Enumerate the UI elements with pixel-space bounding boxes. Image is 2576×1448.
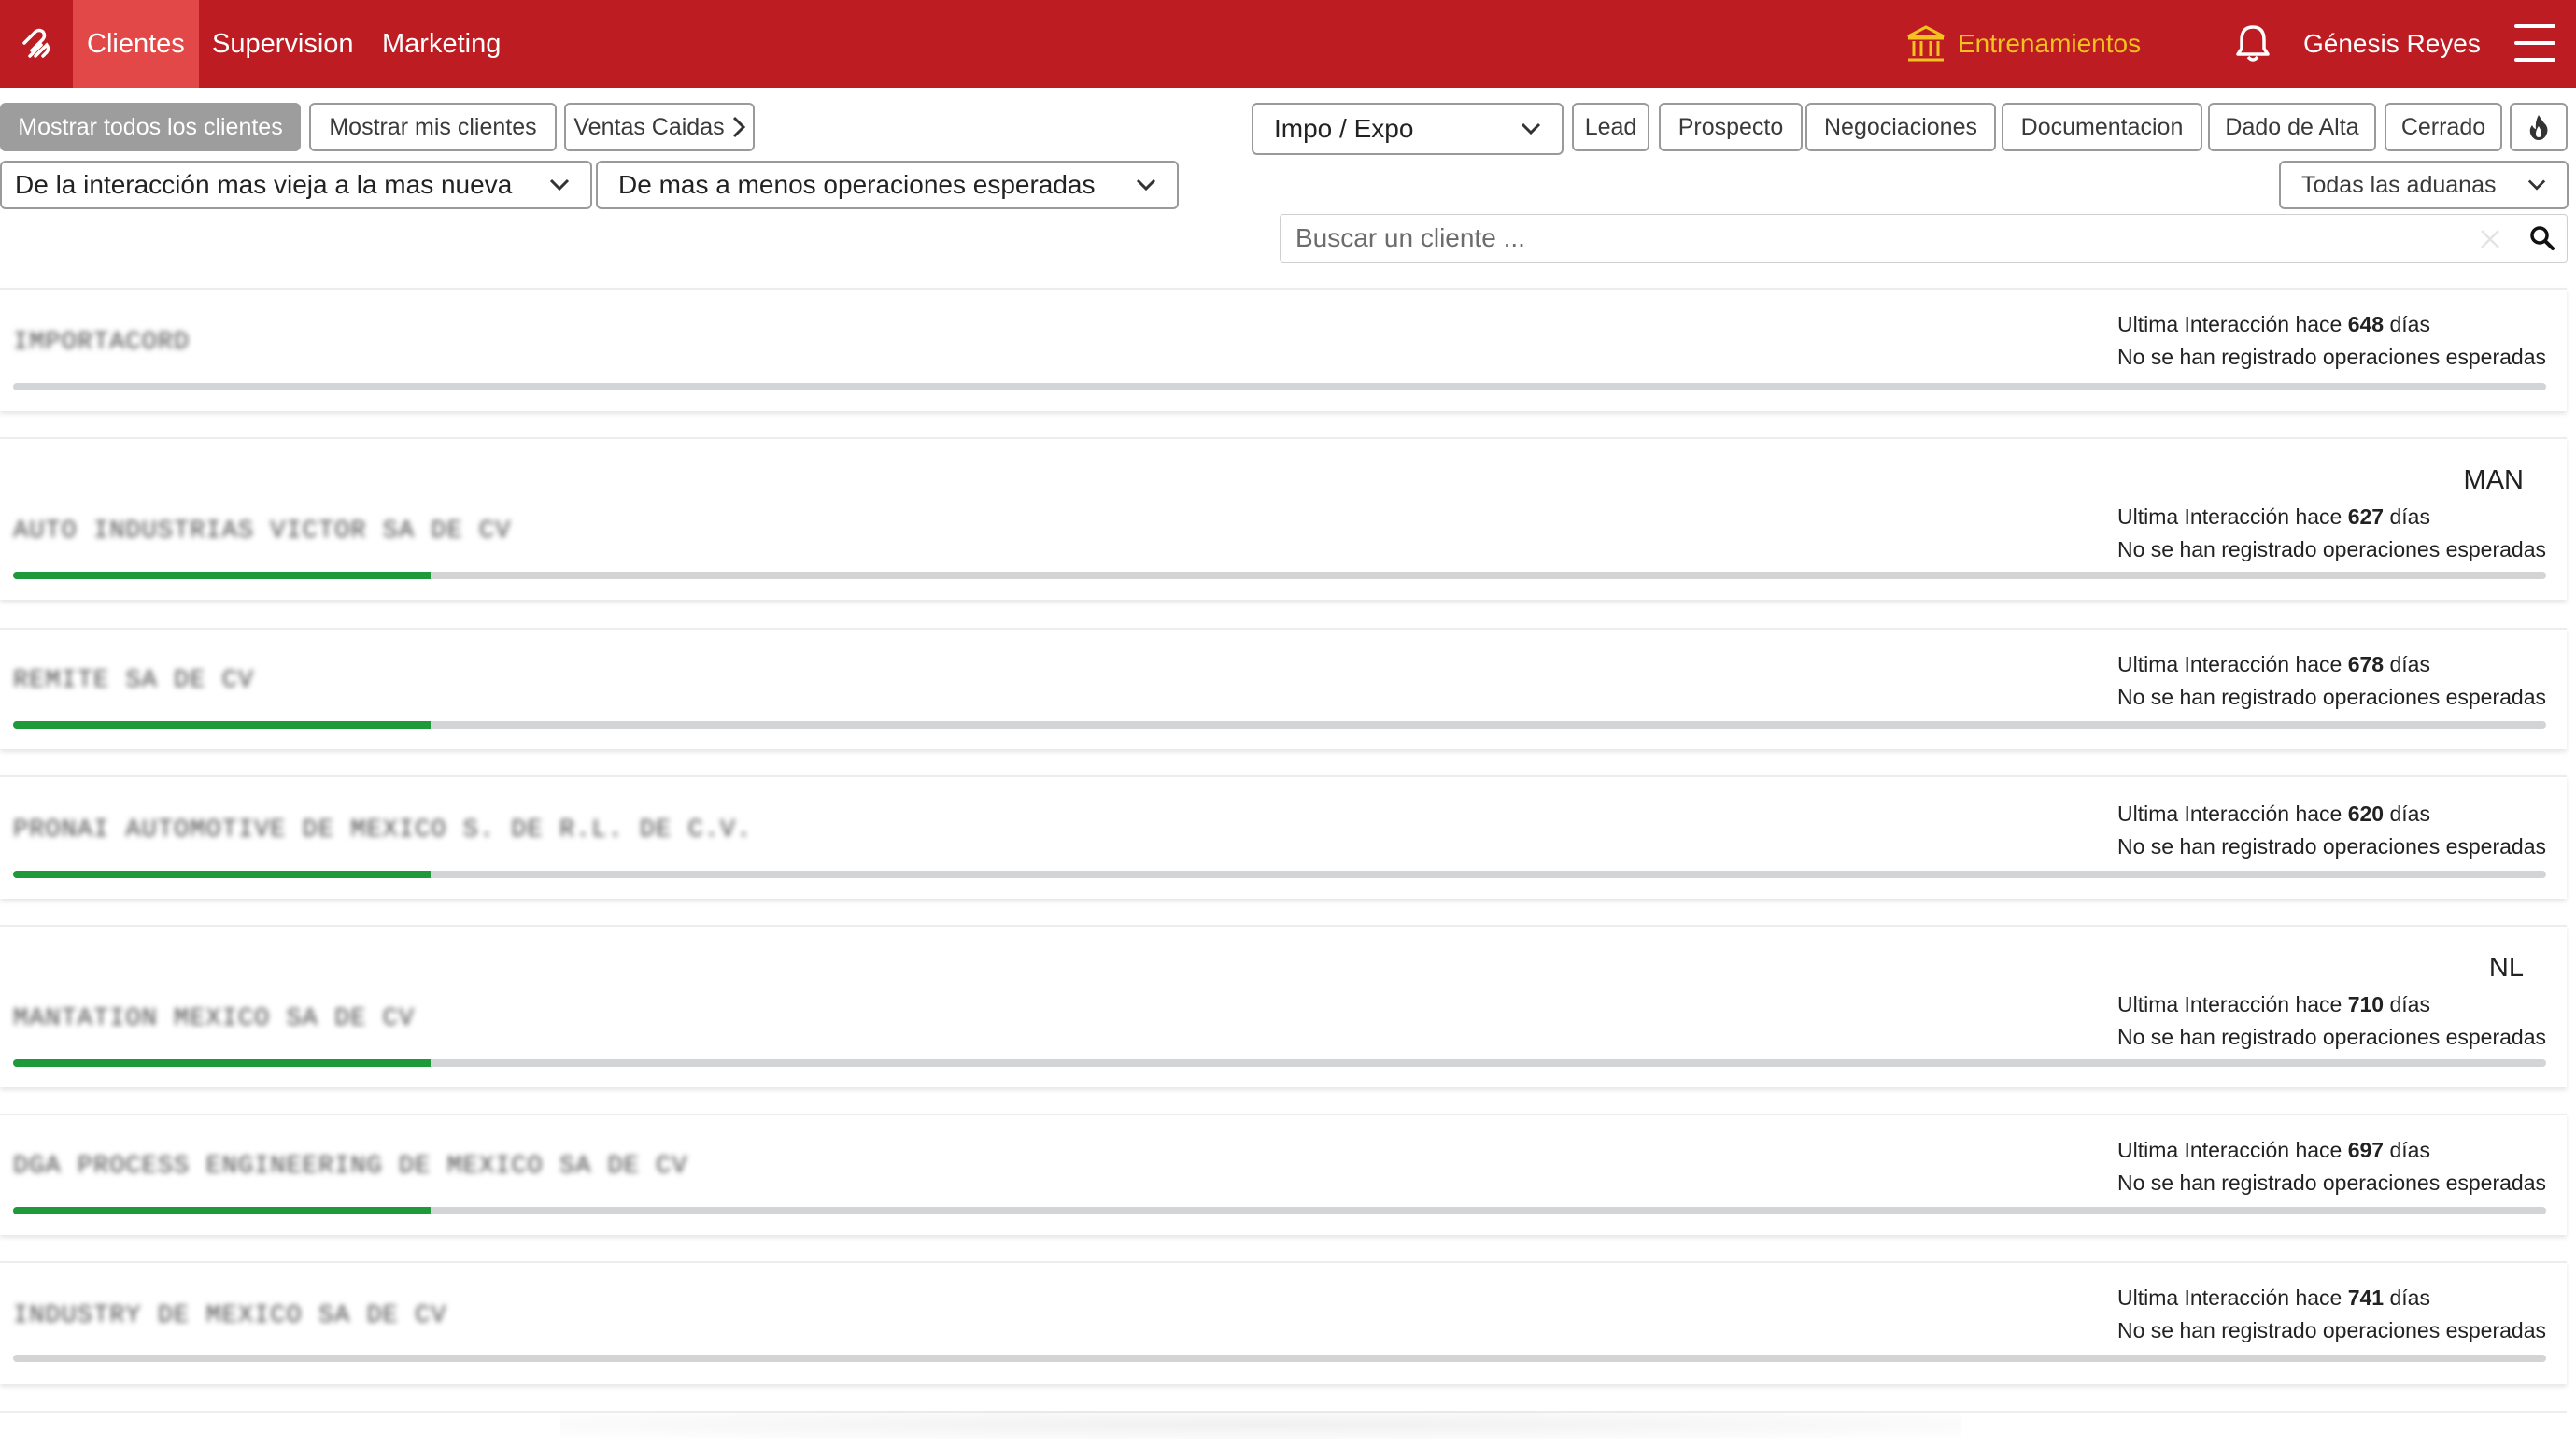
expected-operations: No se han registrado operaciones esperad… xyxy=(2116,685,2546,709)
progress-bar xyxy=(13,721,2546,729)
search-button[interactable] xyxy=(2518,215,2567,262)
stage-negociaciones-button[interactable]: Negociaciones xyxy=(1805,103,1996,151)
client-name: PRONAI AUTOMOTIVE DE MEXICO S. DE R.L. D… xyxy=(13,816,753,845)
progress-bar xyxy=(13,871,2546,878)
scroll-fade xyxy=(560,1411,1961,1439)
days-count: 710 xyxy=(2347,992,2385,1016)
hamburger-menu-icon[interactable] xyxy=(2514,24,2555,62)
clear-icon[interactable] xyxy=(2478,227,2502,251)
sort-interaction-value: De la interacción mas vieja a la mas nue… xyxy=(15,170,513,199)
progress-bar xyxy=(13,383,2546,390)
nav-tab-clientes[interactable]: Clientes xyxy=(73,0,199,88)
chevron-down-icon xyxy=(2527,179,2546,191)
chevron-down-icon xyxy=(1136,178,1156,192)
days-count: 627 xyxy=(2347,504,2385,529)
lost-sales-button[interactable]: Ventas Caidas xyxy=(564,103,755,151)
client-name: MANTATION MEXICO SA DE CV xyxy=(13,1005,416,1033)
client-name: IMPORTACORD xyxy=(13,329,191,357)
client-card[interactable]: MAN AUTO INDUSTRIAS VICTOR SA DE CV Ulti… xyxy=(0,437,2567,600)
sort-interaction-select[interactable]: De la interacción mas vieja a la mas nue… xyxy=(0,161,592,209)
nav-tab-supervision[interactable]: Supervision xyxy=(198,0,368,88)
training-link[interactable]: Entrenamientos xyxy=(1905,0,2141,88)
client-info: Ultima Interacción hace 678 días No se h… xyxy=(2117,648,2546,714)
sort-operations-select[interactable]: De mas a menos operaciones esperadas xyxy=(596,161,1179,209)
show-my-clients-button[interactable]: Mostrar mis clientes xyxy=(309,103,557,151)
client-info: Ultima Interacción hace 620 días No se h… xyxy=(2117,798,2546,863)
client-card[interactable]: DGA PROCESS ENGINEERING DE MEXICO SA DE … xyxy=(0,1114,2567,1235)
stage-prospecto-button[interactable]: Prospecto xyxy=(1659,103,1803,151)
chevron-right-icon xyxy=(732,116,745,138)
chevron-down-icon xyxy=(549,178,570,192)
client-info: Ultima Interacción hace 741 días No se h… xyxy=(2117,1282,2546,1347)
client-card[interactable]: IMPORTACORD Ultima Interacción hace 648 … xyxy=(0,288,2567,411)
nav-tab-marketing[interactable]: Marketing xyxy=(368,0,515,88)
import-export-value: Impo / Expo xyxy=(1274,114,1414,143)
days-count: 620 xyxy=(2347,802,2385,826)
expected-operations: No se han registrado operaciones esperad… xyxy=(2116,834,2546,859)
customs-select[interactable]: Todas las aduanas xyxy=(2279,161,2569,209)
fire-icon[interactable] xyxy=(2510,103,2568,151)
sort-operations-value: De mas a menos operaciones esperadas xyxy=(618,170,1096,199)
client-info: Ultima Interacción hace 697 días No se h… xyxy=(2117,1134,2546,1200)
expected-operations: No se han registrado operaciones esperad… xyxy=(2116,345,2546,369)
show-all-clients-button[interactable]: Mostrar todos los clientes xyxy=(0,103,301,151)
progress-bar xyxy=(13,1355,2546,1362)
days-count: 697 xyxy=(2347,1138,2385,1162)
expected-operations: No se han registrado operaciones esperad… xyxy=(2116,1171,2546,1195)
days-count: 678 xyxy=(2347,652,2385,676)
client-name: AUTO INDUSTRIAS VICTOR SA DE CV xyxy=(13,518,512,546)
client-card[interactable]: REMITE SA DE CV Ultima Interacción hace … xyxy=(0,628,2567,749)
customs-value: Todas las aduanas xyxy=(2301,171,2497,198)
search-icon xyxy=(2530,226,2555,250)
top-navbar: Clientes Supervision Marketing Entrenami… xyxy=(0,0,2576,88)
stage-dado-de-alta-button[interactable]: Dado de Alta xyxy=(2208,103,2376,151)
chevron-down-icon xyxy=(1521,122,1541,135)
expected-operations: No se han registrado operaciones esperad… xyxy=(2116,537,2546,561)
progress-bar xyxy=(13,1207,2546,1214)
expected-operations: No se han registrado operaciones esperad… xyxy=(2116,1025,2546,1049)
client-card[interactable]: INDUSTRY DE MEXICO SA DE CV Ultima Inter… xyxy=(0,1261,2567,1384)
client-info: Ultima Interacción hace 627 días No se h… xyxy=(2117,501,2546,566)
client-search-input[interactable] xyxy=(1281,215,2485,262)
client-card[interactable]: PRONAI AUTOMOTIVE DE MEXICO S. DE R.L. D… xyxy=(0,775,2567,899)
bell-icon[interactable] xyxy=(2232,21,2273,65)
client-name: REMITE SA DE CV xyxy=(13,667,255,695)
stage-documentacion-button[interactable]: Documentacion xyxy=(2002,103,2202,151)
stage-lead-button[interactable]: Lead xyxy=(1572,103,1649,151)
client-search-box xyxy=(1280,214,2568,263)
stage-cerrado-button[interactable]: Cerrado xyxy=(2385,103,2502,151)
client-info: Ultima Interacción hace 710 días No se h… xyxy=(2117,988,2546,1054)
client-card[interactable]: NL MANTATION MEXICO SA DE CV Ultima Inte… xyxy=(0,925,2567,1087)
client-name: INDUSTRY DE MEXICO SA DE CV xyxy=(13,1302,447,1330)
client-name: DGA PROCESS ENGINEERING DE MEXICO SA DE … xyxy=(13,1153,688,1181)
days-count: 741 xyxy=(2347,1285,2385,1310)
client-region: NL xyxy=(2488,953,2524,983)
expected-operations: No se han registrado operaciones esperad… xyxy=(2116,1318,2546,1342)
user-name[interactable]: Génesis Reyes xyxy=(2303,0,2481,88)
client-region: MAN xyxy=(2463,465,2524,495)
progress-bar xyxy=(13,1059,2546,1067)
import-export-select[interactable]: Impo / Expo xyxy=(1252,103,1564,155)
progress-bar xyxy=(13,572,2546,579)
lost-sales-label: Ventas Caidas xyxy=(573,113,725,140)
days-count: 648 xyxy=(2347,312,2385,336)
training-label: Entrenamientos xyxy=(1958,29,2142,58)
institution-icon xyxy=(1907,25,1945,62)
app-logo-icon[interactable] xyxy=(7,0,65,88)
client-info: Ultima Interacción hace 648 días No se h… xyxy=(2117,308,2546,374)
